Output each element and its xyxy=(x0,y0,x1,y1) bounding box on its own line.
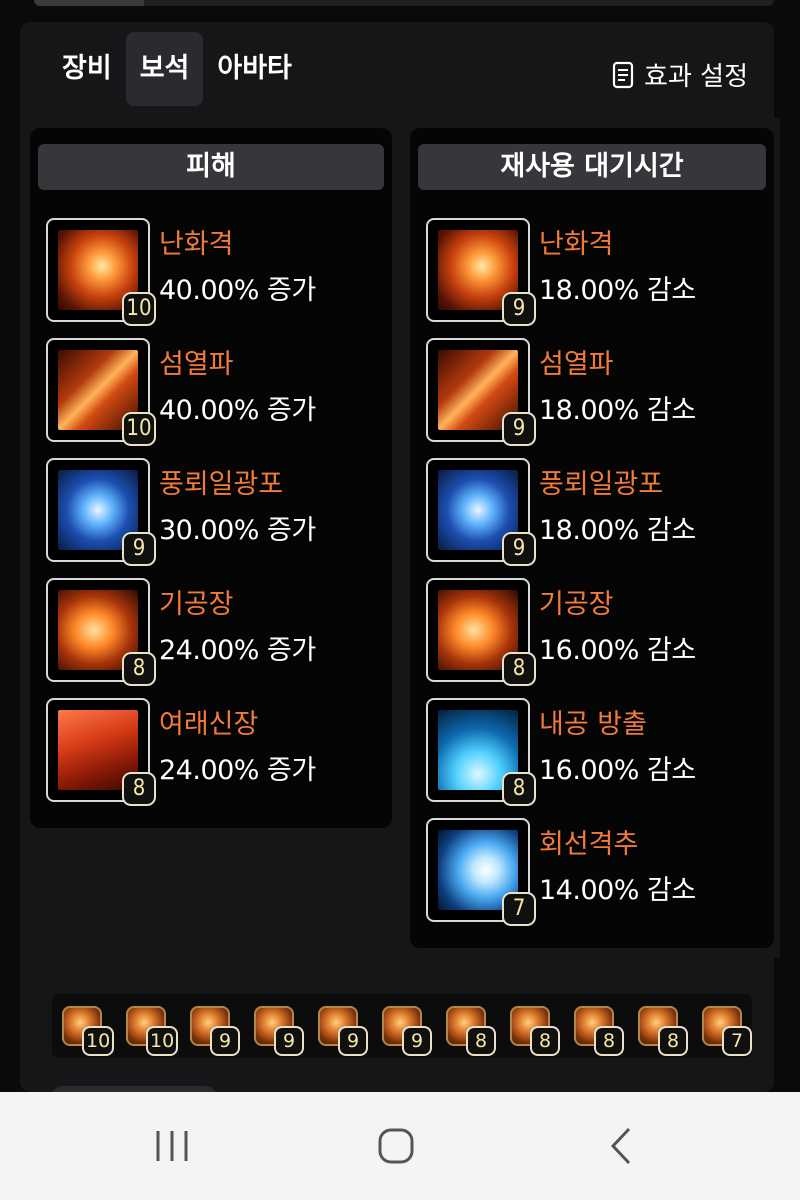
mini-gem[interactable]: 9 xyxy=(248,1004,304,1056)
home-button[interactable] xyxy=(356,1114,436,1178)
damage-gem-row[interactable]: 10 난화격 40.00% 증가 xyxy=(46,218,386,326)
gem-skill-name: 여래신장 xyxy=(159,709,259,740)
mini-gem-level: 8 xyxy=(594,1026,624,1056)
gem-skill-name: 회선격추 xyxy=(539,829,639,860)
gem-level-badge: 8 xyxy=(502,772,536,806)
mini-gem[interactable]: 10 xyxy=(120,1004,179,1056)
home-icon xyxy=(378,1128,414,1164)
back-icon xyxy=(610,1127,631,1165)
tab-equipment[interactable]: 장비 xyxy=(48,32,126,106)
gem-skill-name: 풍뢰일광포 xyxy=(159,469,284,500)
recent-apps-icon xyxy=(156,1131,188,1161)
tab-gems[interactable]: 보석 xyxy=(125,32,204,106)
mini-gem[interactable]: 9 xyxy=(376,1004,432,1056)
gem-skill-name: 풍뢰일광포 xyxy=(539,469,664,500)
cooldown-gem-row[interactable]: 8 기공장 16.00% 감소 xyxy=(426,578,766,686)
system-navigation-bar xyxy=(0,1092,800,1200)
gem-level-badge: 10 xyxy=(122,412,156,446)
damage-gem-row[interactable]: 9 풍뢰일광포 30.00% 증가 xyxy=(46,458,386,566)
effect-settings-button[interactable]: 효과 설정 xyxy=(612,56,748,93)
mini-gem[interactable]: 9 xyxy=(184,1004,240,1056)
mini-gem[interactable]: 8 xyxy=(440,1004,496,1056)
mini-gem-level: 10 xyxy=(146,1026,179,1056)
damage-card: 피해 10 난화격 40.00% 증가 10 섬열파 40.00% 증가 9 풍… xyxy=(30,128,392,828)
gem-level-badge: 8 xyxy=(122,652,156,686)
document-icon xyxy=(612,61,634,88)
recent-apps-button[interactable] xyxy=(132,1114,212,1178)
cooldown-header: 재사용 대기시간 xyxy=(418,144,766,190)
gem-level-badge: 8 xyxy=(502,652,536,686)
gem-effect-value: 30.00% 증가 xyxy=(159,515,316,546)
mini-gem[interactable]: 9 xyxy=(312,1004,368,1056)
mini-gem-level: 9 xyxy=(210,1026,240,1056)
mini-gem-level: 9 xyxy=(338,1026,368,1056)
gem-effect-value: 40.00% 증가 xyxy=(159,395,316,426)
gem-level-badge: 9 xyxy=(122,532,156,566)
cooldown-gem-row[interactable]: 9 섬열파 18.00% 감소 xyxy=(426,338,766,446)
mini-gem-level: 7 xyxy=(722,1026,752,1056)
mini-gem[interactable]: 8 xyxy=(504,1004,560,1056)
damage-gem-row[interactable]: 10 섬열파 40.00% 증가 xyxy=(46,338,386,446)
mini-gem[interactable]: 7 xyxy=(696,1004,752,1056)
mini-gem-level: 9 xyxy=(274,1026,304,1056)
gem-effect-value: 18.00% 감소 xyxy=(539,275,696,306)
damage-gem-row[interactable]: 8 여래신장 24.00% 증가 xyxy=(46,698,386,806)
tab-bar: 장비 보석 아바타 xyxy=(48,32,306,106)
back-button[interactable] xyxy=(582,1114,662,1178)
gem-level-badge: 9 xyxy=(502,292,536,326)
effect-settings-label: 효과 설정 xyxy=(644,62,748,92)
gem-skill-name: 난화격 xyxy=(539,229,614,260)
cooldown-gem-row[interactable]: 8 내공 방출 16.00% 감소 xyxy=(426,698,766,806)
mini-gem[interactable]: 8 xyxy=(568,1004,624,1056)
gem-level-badge: 7 xyxy=(502,892,536,926)
mini-gem-level: 9 xyxy=(402,1026,432,1056)
gem-effect-value: 24.00% 증가 xyxy=(159,755,316,786)
mini-gem-level: 8 xyxy=(530,1026,560,1056)
mini-gem[interactable]: 10 xyxy=(56,1004,115,1056)
cooldown-card: 재사용 대기시간 9 난화격 18.00% 감소 9 섬열파 18.00% 감소… xyxy=(410,128,774,948)
gem-effect-value: 24.00% 증가 xyxy=(159,635,316,666)
gem-skill-name: 기공장 xyxy=(539,589,614,620)
tab-avatar[interactable]: 아바타 xyxy=(203,32,306,106)
gem-effect-value: 14.00% 감소 xyxy=(539,875,696,906)
mini-gem-level: 8 xyxy=(466,1026,496,1056)
gem-skill-name: 섬열파 xyxy=(159,349,234,380)
gem-effect-value: 40.00% 증가 xyxy=(159,275,316,306)
gem-skill-name: 섬열파 xyxy=(539,349,614,380)
cooldown-gem-row[interactable]: 9 난화격 18.00% 감소 xyxy=(426,218,766,326)
gem-effect-value: 18.00% 감소 xyxy=(539,395,696,426)
top-scroll-thumb xyxy=(34,0,144,6)
damage-gem-row[interactable]: 8 기공장 24.00% 증가 xyxy=(46,578,386,686)
cooldown-gem-row[interactable]: 9 풍뢰일광포 18.00% 감소 xyxy=(426,458,766,566)
gem-effect-value: 16.00% 감소 xyxy=(539,635,696,666)
cooldown-gem-row[interactable]: 7 회선격추 14.00% 감소 xyxy=(426,818,766,926)
gem-level-badge: 9 xyxy=(502,532,536,566)
mini-gem-level: 10 xyxy=(82,1026,115,1056)
gem-skill-name: 난화격 xyxy=(159,229,234,260)
mini-gem-level: 8 xyxy=(658,1026,688,1056)
gem-level-badge: 8 xyxy=(122,772,156,806)
gem-skill-name: 내공 방출 xyxy=(539,709,647,740)
gem-effect-value: 16.00% 감소 xyxy=(539,755,696,786)
gem-level-badge: 9 xyxy=(502,412,536,446)
gem-skill-name: 기공장 xyxy=(159,589,234,620)
gem-level-badge: 10 xyxy=(122,292,156,326)
equipped-gem-strip: 10 10 9 9 9 9 8 8 8 8 7 xyxy=(52,994,752,1058)
mini-gem[interactable]: 8 xyxy=(632,1004,688,1056)
damage-header: 피해 xyxy=(38,144,384,190)
top-scroll-strip xyxy=(34,0,774,6)
gem-effect-value: 18.00% 감소 xyxy=(539,515,696,546)
